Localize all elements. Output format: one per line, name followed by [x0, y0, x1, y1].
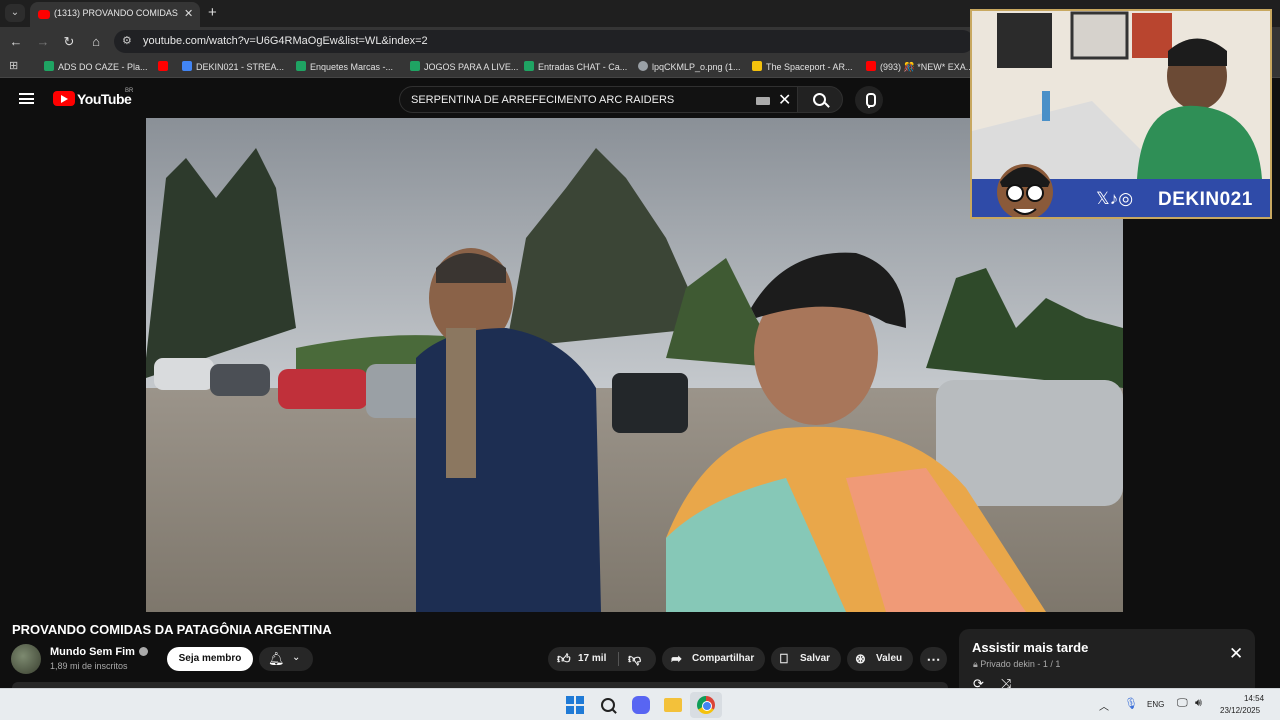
sheets-icon [44, 61, 54, 71]
bookmark-label: The Spaceport - AR... [766, 62, 853, 72]
webcam-image [972, 11, 1270, 181]
chevron-up-icon[interactable]: ︿ [1099, 698, 1109, 713]
bookmark-label: JOGOS PARA A LIVE... [424, 62, 519, 72]
apps-icon[interactable]: ⊞ [9, 59, 18, 73]
sheets-icon [296, 61, 306, 71]
youtube-icon [866, 61, 876, 71]
menu-icon[interactable] [19, 93, 34, 104]
share-icon: ➦ [671, 651, 682, 666]
bell-icon: 🔔︎ [268, 651, 285, 666]
bookmark-item[interactable]: Entradas CHAT - Ca... [524, 60, 627, 74]
channel-name-text: Mundo Sem Fim [50, 646, 135, 658]
url-text: youtube.com/watch?v=U6G4RMaOgEw&list=WL&… [143, 35, 428, 47]
clear-search-icon[interactable]: ✕ [778, 90, 791, 110]
new-tab-button[interactable]: + [208, 4, 217, 21]
social-icons: 𝕏♪◎ [1096, 189, 1134, 208]
discord-icon[interactable] [632, 696, 650, 714]
forward-icon[interactable]: → [34, 33, 52, 51]
streamer-handle: DEKIN021 [1158, 189, 1253, 210]
windows-start-icon[interactable] [566, 696, 584, 714]
address-bar[interactable]: ⚙ youtube.com/watch?v=U6G4RMaOgEw&list=W… [114, 30, 974, 53]
voice-search-button[interactable] [855, 86, 883, 114]
bookmark-label: Entradas CHAT - Ca... [538, 62, 628, 72]
close-icon[interactable]: ✕ [1229, 644, 1243, 664]
bookmark-item[interactable]: ADS DO CAZE - Pla... [44, 60, 148, 74]
streamer-banner: 𝕏♪◎ DEKIN021 [972, 164, 1270, 217]
thanks-label: Valeu [876, 653, 903, 664]
back-icon[interactable]: ← [7, 33, 25, 51]
file-explorer-icon[interactable] [664, 698, 682, 712]
clock-date[interactable]: 23/12/2025 [1220, 706, 1260, 715]
bookmark-label: lpqCKMLP_o.png (1... [652, 62, 741, 72]
bookmark-item[interactable]: The Spaceport - AR... [752, 60, 853, 74]
home-icon[interactable]: ⌂ [87, 33, 105, 51]
chevron-down-icon: ⌄ [292, 652, 301, 663]
bookmark-label: (993) 🎊 *NEW* EXA... [880, 62, 974, 72]
channel-name[interactable]: Mundo Sem Fim [50, 646, 148, 658]
tab-active[interactable]: (1313) PROVANDO COMIDAS D ✕ [30, 2, 200, 27]
bookmark-icon: ⎕ [780, 651, 788, 666]
globe-icon [638, 61, 648, 71]
streamer-avatar-icon [997, 164, 1053, 217]
channel-avatar[interactable] [11, 644, 41, 674]
bookmark-item[interactable] [158, 60, 172, 74]
divider [618, 652, 619, 666]
tab-title: (1313) PROVANDO COMIDAS D [54, 8, 180, 18]
bookmark-item[interactable]: DEKIN021 - STREA... [182, 60, 284, 74]
verified-icon [138, 647, 148, 656]
playlist-subtitle-text: Privado dekin - 1 / 1 [980, 659, 1061, 669]
save-label: Salvar [800, 653, 831, 664]
youtube-icon [158, 61, 168, 71]
playlist-subtitle: 🔒︎ Privado dekin - 1 / 1 [973, 659, 1060, 670]
share-label: Compartilhar [692, 653, 755, 664]
bookmark-item[interactable]: lpqCKMLP_o.png (1... [638, 60, 741, 74]
reload-icon[interactable]: ↻ [60, 33, 78, 51]
country-code: BR [125, 88, 134, 94]
video-title: PROVANDO COMIDAS DA PATAGÔNIA ARGENTINA [12, 622, 332, 637]
share-button[interactable]: ➦ Compartilhar [662, 647, 765, 671]
bookmark-label: DEKIN021 - STREA... [196, 62, 285, 72]
language-indicator[interactable]: ENG [1147, 700, 1164, 709]
playlist-title[interactable]: Assistir mais tarde [972, 640, 1088, 655]
drive-icon [182, 61, 192, 71]
subscriber-count: 1,89 mi de inscritos [50, 661, 128, 671]
keyboard-icon[interactable] [756, 97, 770, 105]
bookmark-label: ADS DO CAZE - Pla... [58, 62, 148, 72]
bookmark-item[interactable]: Enquetes Marcas -... [296, 60, 393, 74]
search-button[interactable] [797, 86, 843, 113]
search-query: SERPENTINA DE ARREFECIMENTO ARC RAIDERS [411, 94, 675, 106]
bookmark-label: Enquetes Marcas -... [310, 62, 394, 72]
like-dislike-group: 👍︎ 17 mil 👎︎ [548, 647, 656, 671]
thanks-button[interactable]: ⊛ Valeu [847, 647, 913, 671]
like-icon[interactable]: 👍︎ [557, 647, 571, 671]
sheets-icon [410, 61, 420, 71]
dislike-icon[interactable]: 👎︎ [628, 647, 641, 671]
bookmark-item[interactable]: (993) 🎊 *NEW* EXA... [866, 60, 973, 74]
chrome-icon[interactable] [697, 696, 715, 714]
thanks-icon: ⊛ [855, 651, 866, 666]
taskbar: ︿ 🎙︎ ENG 🖵︎ 🔊︎ 14:54 23/12/2025 [0, 688, 1280, 720]
network-icon[interactable]: 🖵︎ [1177, 697, 1188, 710]
like-count[interactable]: 17 mil [578, 647, 606, 671]
youtube-favicon-icon [38, 10, 50, 19]
notifications-button[interactable]: 🔔︎ ⌄ [259, 647, 313, 671]
clock-time[interactable]: 14:54 [1244, 694, 1264, 703]
bookmark-item[interactable]: JOGOS PARA A LIVE... [410, 60, 518, 74]
tab-search-button[interactable]: ⌄ [5, 4, 25, 22]
search-input[interactable]: SERPENTINA DE ARREFECIMENTO ARC RAIDERS … [399, 86, 797, 113]
youtube-logo-icon[interactable] [53, 91, 75, 106]
site-info-icon[interactable]: ⚙ [122, 34, 132, 47]
sheets-icon [524, 61, 534, 71]
spaceport-icon [752, 61, 762, 71]
volume-icon[interactable]: 🔊︎ [1195, 697, 1202, 710]
join-button[interactable]: Seja membro [167, 647, 253, 671]
webcam-overlay: 𝕏♪◎ DEKIN021 [970, 9, 1272, 219]
save-button[interactable]: ⎕ Salvar [771, 647, 841, 671]
search-icon[interactable] [599, 696, 617, 714]
youtube-wordmark[interactable]: YouTube [77, 91, 132, 107]
playlist-panel: Assistir mais tarde 🔒︎ Privado dekin - 1… [959, 629, 1255, 691]
more-actions-icon[interactable]: ⋯ [920, 647, 947, 671]
tab-close-icon[interactable]: ✕ [184, 7, 193, 20]
microphone-icon[interactable]: 🎙︎ [1124, 697, 1138, 710]
